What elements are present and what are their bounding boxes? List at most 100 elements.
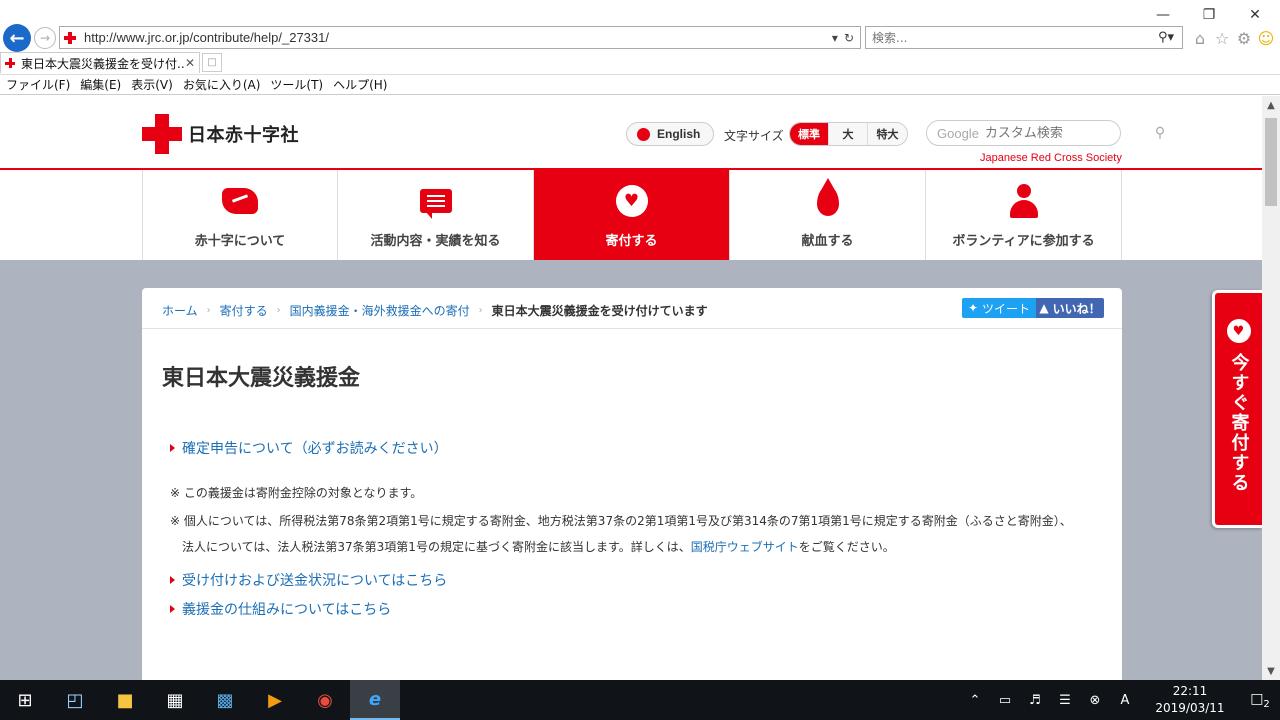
tab-close-icon[interactable]: ✕ [185, 56, 195, 70]
close-circle-icon[interactable]: ⊗ [1080, 693, 1110, 708]
nav-label: 寄付する [605, 234, 658, 249]
chevron-right-icon: › [206, 305, 211, 316]
bullet-triangle-icon [170, 605, 175, 613]
font-size-standard-button[interactable]: 標準 [790, 123, 829, 145]
refresh-icon[interactable]: ↻ [844, 31, 854, 45]
taskbar-app-calculator[interactable]: ▦ [150, 680, 200, 720]
tweet-button[interactable]: ✦ ツイート [962, 298, 1036, 318]
menu-help[interactable]: ヘルプ(H) [333, 76, 387, 93]
corporate-tax-note: 法人については、法人税法第37条第3項第1号の規定に基づく寄附金に該当します。詳… [182, 538, 895, 555]
deduction-note: ※ この義援金は寄附金控除の対象となります。 [170, 486, 423, 500]
heart-icon: ♥ [615, 185, 648, 217]
battery-icon[interactable]: ▭ [990, 693, 1020, 708]
adobe-icon[interactable]: A [1110, 693, 1140, 708]
windows-logo-icon: ⊞ [17, 689, 33, 711]
tax-return-link[interactable]: 確定申告について（必ずお読みください） [182, 438, 448, 458]
close-window-button[interactable]: ✕ [1232, 4, 1278, 26]
font-size-large-button[interactable]: 大 [829, 123, 868, 145]
list-item: 確定申告について（必ずお読みください） [170, 438, 448, 458]
chevron-up-icon[interactable]: ⌃ [960, 693, 990, 708]
favorites-star-icon[interactable]: ☆ [1212, 28, 1232, 48]
notification-center-icon[interactable]: □2 [1240, 691, 1280, 710]
taskbar-app-media[interactable]: ▶ [250, 680, 300, 720]
heart-icon: ♥ [1226, 319, 1251, 343]
nta-website-link[interactable]: 国税庁ウェブサイト [691, 540, 799, 554]
site-english-name: Japanese Red Cross Society [980, 152, 1122, 164]
logo-text: 日本赤十字社 [188, 125, 299, 146]
calculator-icon: ▦ [166, 689, 184, 711]
window-icon: ◰ [66, 689, 84, 711]
scroll-up-icon[interactable]: ▲ [1262, 96, 1280, 114]
like-button[interactable]: ▲ いいね！ [1036, 298, 1104, 318]
dropdown-arrow-icon[interactable]: ▾ [832, 31, 838, 45]
address-bar[interactable]: http://www.jrc.or.jp/contribute/help/_27… [59, 26, 861, 49]
minimize-button[interactable]: — [1140, 4, 1186, 26]
forward-button[interactable]: → [34, 27, 56, 49]
start-button[interactable]: ⊞ [0, 680, 50, 720]
search-icon[interactable]: ⚲ [1155, 125, 1165, 141]
contact-card-icon: ▩ [216, 689, 234, 711]
chat-icon [419, 189, 452, 219]
scroll-thumb[interactable] [1265, 118, 1277, 206]
breadcrumb-donate-link[interactable]: 寄付する [220, 302, 268, 319]
taskbar-app-chrome[interactable]: ◉ [300, 680, 350, 720]
nav-item-about[interactable]: 赤十字について [142, 170, 338, 260]
page-viewport: 日本赤十字社 English 文字サイズ 標準 大 特大 Google ⚲ Ja… [0, 96, 1262, 680]
browser-search-box[interactable]: ⚲▾ [865, 26, 1183, 49]
site-logo[interactable]: 日本赤十字社 [142, 114, 299, 154]
gear-icon[interactable]: ⚙ [1234, 28, 1254, 48]
new-tab-button[interactable]: □ [202, 53, 222, 72]
smiley-feedback-icon[interactable]: ☺ [1256, 28, 1276, 48]
back-button[interactable]: ← [3, 24, 31, 52]
menu-tools[interactable]: ツール(T) [270, 76, 323, 93]
breadcrumb: ホーム › 寄付する › 国内義援金・海外救援金への寄付 › 東日本大震災義援金… [162, 302, 708, 319]
arrow-left-icon: ← [9, 27, 25, 49]
breadcrumb-home-link[interactable]: ホーム [162, 302, 198, 319]
menu-file[interactable]: ファイル(F) [6, 76, 70, 93]
media-player-icon: ▶ [268, 689, 282, 711]
home-icon[interactable]: ⌂ [1190, 28, 1210, 48]
address-url[interactable]: http://www.jrc.or.jp/contribute/help/_27… [84, 30, 832, 45]
mechanism-link[interactable]: 義援金の仕組みについてはこちら [182, 599, 391, 619]
individual-tax-note: ※ 個人については、所得税法第78条第2項第1号に規定する寄附金、地方税法第37… [170, 514, 1072, 528]
restore-button[interactable]: ❐ [1186, 4, 1232, 26]
nav-label: ボランティアに参加する [952, 234, 1095, 249]
nav-item-donate[interactable]: ♥ 寄付する [534, 170, 730, 260]
breadcrumb-current: 東日本大震災義援金を受け付けています [491, 304, 708, 318]
taskbar-app-explorer-window[interactable]: ◰ [50, 680, 100, 720]
tab-title: 東日本大震災義援金を受け付... [21, 56, 185, 71]
nav-label: 赤十字について [194, 234, 286, 249]
taskbar-app-contacts[interactable]: ▩ [200, 680, 250, 720]
taskbar-app-internet-explorer[interactable]: e [350, 680, 400, 720]
blood-drop-icon [816, 178, 839, 216]
volume-icon[interactable]: ♬ [1020, 693, 1050, 708]
nav-item-activities[interactable]: 活動内容・実績を知る [338, 170, 534, 260]
nav-item-blood-donation[interactable]: 献血する [730, 170, 926, 260]
corporate-tax-text: 法人については、法人税法第37条第3項第1号の規定に基づく寄附金に該当します。詳… [182, 540, 691, 554]
search-icon[interactable]: ⚲▾ [1158, 30, 1174, 45]
english-button[interactable]: English [626, 122, 714, 146]
breadcrumb-relief-link[interactable]: 国内義援金・海外救援金への寄付 [290, 302, 470, 319]
donate-now-tab[interactable]: ♥ 今すぐ寄付する [1212, 290, 1262, 528]
wifi-icon[interactable]: ☰ [1050, 693, 1080, 708]
status-link[interactable]: 受け付けおよび送金状況についてはこちら [182, 570, 447, 590]
menu-favorites[interactable]: お気に入り(A) [183, 76, 261, 93]
content-card: ホーム › 寄付する › 国内義援金・海外救援金への寄付 › 東日本大震災義援金… [142, 288, 1122, 680]
site-search-box[interactable]: Google ⚲ [926, 120, 1165, 146]
site-search-input[interactable] [984, 125, 1155, 141]
system-tray: ⌃ ▭ ♬ ☰ ⊗ A 22:11 2019/03/11 □2 [960, 680, 1280, 720]
menu-edit[interactable]: 編集(E) [80, 76, 121, 93]
menu-view[interactable]: 表示(V) [131, 76, 173, 93]
social-buttons: ✦ ツイート ▲ いいね！ [962, 298, 1104, 318]
site-header: 日本赤十字社 English 文字サイズ 標準 大 特大 Google ⚲ Ja… [0, 96, 1262, 170]
browser-tab[interactable]: 東日本大震災義援金を受け付... ✕ [0, 52, 200, 73]
browser-search-input[interactable] [872, 30, 1158, 45]
list-item: 受け付けおよび送金状況についてはこちら [170, 570, 447, 590]
taskbar-app-file-explorer[interactable]: ■ [100, 680, 150, 720]
scroll-down-icon[interactable]: ▼ [1262, 662, 1280, 680]
vertical-scrollbar[interactable]: ▲ ▼ [1262, 96, 1280, 680]
font-size-xlarge-button[interactable]: 特大 [868, 123, 907, 145]
clock[interactable]: 22:11 2019/03/11 [1148, 683, 1232, 717]
nav-item-volunteer[interactable]: ボランティアに参加する [926, 170, 1122, 260]
taskbar: ⊞ ◰ ■ ▦ ▩ ▶ ◉ e ⌃ ▭ ♬ ☰ ⊗ A 22:11 2019/0… [0, 680, 1280, 720]
